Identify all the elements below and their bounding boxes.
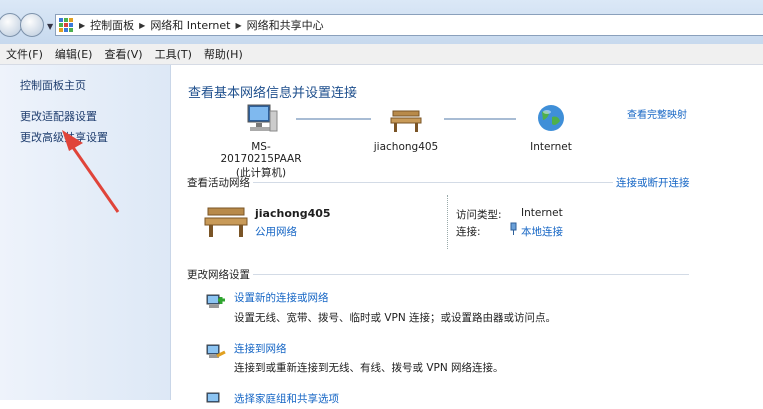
map-network[interactable]: jiachong405 — [366, 103, 446, 153]
connect-to-network-icon — [206, 344, 226, 358]
map-computer[interactable]: MS-20170215PAAR (此计算机) — [211, 103, 311, 180]
chevron-right-icon[interactable]: ▶ — [236, 21, 242, 30]
connections-label: 连接: — [456, 226, 481, 238]
computer-name: MS-20170215PAAR — [220, 141, 302, 165]
internet-name: Internet — [530, 141, 572, 153]
breadcrumb-item[interactable]: 网络和共享中心 — [247, 17, 324, 33]
divider — [253, 182, 613, 183]
bench-icon — [390, 110, 422, 132]
menu-help[interactable]: 帮助(H) — [198, 46, 249, 62]
active-networks-header: 查看活动网络 — [187, 177, 250, 189]
connect-disconnect-link[interactable]: 连接或断开连接 — [616, 175, 690, 190]
view-full-map-link[interactable]: 查看完整映射 — [627, 106, 687, 121]
network-category-link[interactable]: 公用网络 — [255, 224, 297, 239]
bench-icon — [204, 207, 248, 237]
local-connection-link[interactable]: 本地连接 — [521, 224, 563, 239]
connect-to-network-link[interactable]: 连接到网络 — [234, 341, 287, 356]
globe-icon — [538, 105, 564, 131]
map-link-line — [296, 118, 371, 120]
setup-new-connection-link[interactable]: 设置新的连接或网络 — [234, 290, 329, 305]
map-internet[interactable]: Internet — [516, 103, 586, 153]
access-type-value: Internet — [521, 207, 563, 219]
active-network-name: jiachong405 — [255, 207, 331, 220]
setup-new-connection-desc: 设置无线、宽带、拨号、临时或 VPN 连接；或设置路由器或访问点。 — [234, 312, 557, 324]
homegroup-sharing-link[interactable]: 选择家庭组和共享选项 — [234, 391, 339, 406]
new-connection-icon — [206, 294, 225, 308]
connect-to-network-desc: 连接到或重新连接到无线、有线、拨号或 VPN 网络连接。 — [234, 362, 504, 374]
main-content: 查看基本网络信息并设置连接 查看完整映射 MS-20170215PAAR (此计… — [171, 65, 763, 405]
homegroup-icon — [206, 392, 220, 403]
change-settings-header: 更改网络设置 — [187, 269, 250, 281]
computer-icon — [247, 104, 278, 132]
divider — [253, 274, 689, 275]
access-type-label: 访问类型: — [456, 209, 502, 221]
divider — [447, 195, 448, 249]
ethernet-icon — [510, 222, 517, 235]
annotation-arrow-icon — [62, 130, 120, 213]
map-link-line — [444, 118, 516, 120]
page-title: 查看基本网络信息并设置连接 — [188, 86, 358, 101]
network-name: jiachong405 — [373, 141, 439, 153]
